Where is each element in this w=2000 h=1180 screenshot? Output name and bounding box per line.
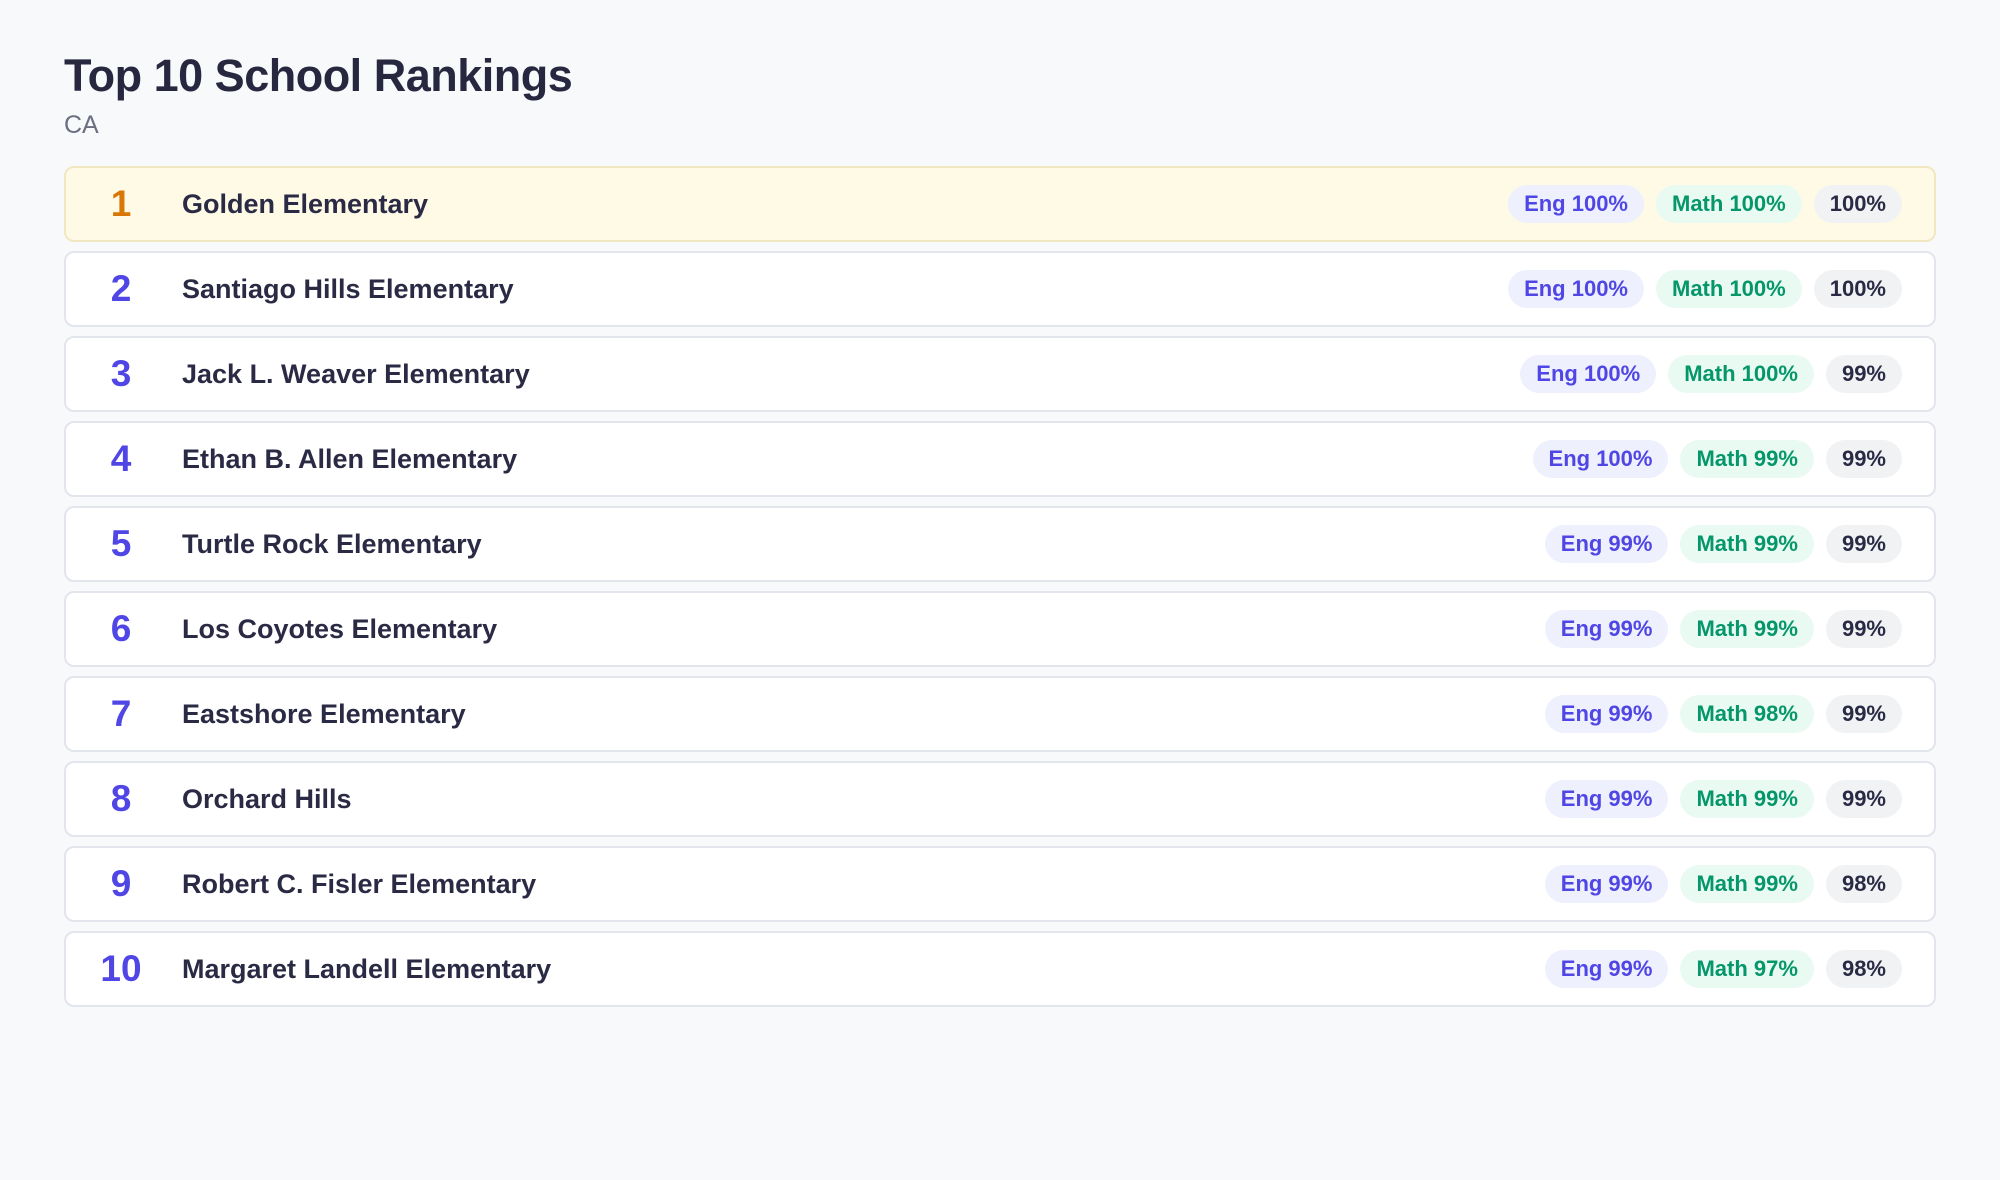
school-name: Turtle Rock Elementary — [182, 528, 482, 559]
english-score-badge: Eng 100% — [1508, 185, 1644, 223]
math-score-badge: Math 100% — [1656, 185, 1802, 223]
score-badges: Eng 100% Math 100% 99% — [1520, 355, 1902, 393]
school-name: Jack L. Weaver Elementary — [182, 358, 530, 389]
english-score-badge: Eng 99% — [1544, 695, 1669, 733]
school-row[interactable]: 6 Los Coyotes Elementary Eng 99% Math 99… — [64, 591, 1936, 667]
school-row[interactable]: 1 Golden Elementary Eng 100% Math 100% 1… — [64, 166, 1936, 242]
overall-score-badge: 99% — [1825, 525, 1902, 563]
school-row[interactable]: 2 Santiago Hills Elementary Eng 100% Mat… — [64, 251, 1936, 327]
overall-score-badge: 100% — [1813, 185, 1902, 223]
overall-score-badge: 99% — [1825, 355, 1902, 393]
english-score-badge: Eng 99% — [1544, 950, 1669, 988]
rank-number: 10 — [100, 948, 142, 989]
english-score-badge: Eng 100% — [1508, 270, 1644, 308]
score-badges: Eng 99% Math 99% 99% — [1544, 525, 1902, 563]
score-badges: Eng 99% Math 99% 99% — [1544, 780, 1902, 818]
school-row[interactable]: 7 Eastshore Elementary Eng 99% Math 98% … — [64, 676, 1936, 752]
overall-score-badge: 98% — [1825, 865, 1902, 903]
school-name: Orchard Hills — [182, 783, 352, 814]
math-score-badge: Math 100% — [1668, 355, 1814, 393]
school-row[interactable]: 4 Ethan B. Allen Elementary Eng 100% Mat… — [64, 421, 1936, 497]
school-row[interactable]: 3 Jack L. Weaver Elementary Eng 100% Mat… — [64, 336, 1936, 412]
english-score-badge: Eng 99% — [1544, 525, 1669, 563]
school-name: Margaret Landell Elementary — [182, 953, 552, 984]
score-badges: Eng 100% Math 100% 100% — [1508, 270, 1902, 308]
rankings-list: 1 Golden Elementary Eng 100% Math 100% 1… — [64, 166, 1936, 1007]
school-row[interactable]: 8 Orchard Hills Eng 99% Math 99% 99% — [64, 761, 1936, 837]
math-score-badge: Math 99% — [1680, 865, 1814, 903]
math-score-badge: Math 99% — [1680, 525, 1814, 563]
overall-score-badge: 100% — [1813, 270, 1902, 308]
math-score-badge: Math 99% — [1680, 610, 1814, 648]
rank-number: 7 — [110, 693, 132, 734]
score-badges: Eng 99% Math 99% 99% — [1544, 610, 1902, 648]
overall-score-badge: 99% — [1825, 610, 1902, 648]
math-score-badge: Math 97% — [1680, 950, 1814, 988]
rank-number: 5 — [110, 523, 132, 564]
school-name: Eastshore Elementary — [182, 698, 466, 729]
page-subtitle: CA — [64, 111, 99, 139]
page-title: Top 10 School Rankings — [64, 50, 573, 101]
overall-score-badge: 99% — [1825, 440, 1902, 478]
rank-number: 3 — [110, 353, 132, 394]
overall-score-badge: 99% — [1825, 780, 1902, 818]
rankings-page: Top 10 School Rankings CA 1 Golden Eleme… — [64, 48, 1936, 1007]
math-score-badge: Math 99% — [1680, 440, 1814, 478]
school-name: Santiago Hills Elementary — [182, 273, 514, 304]
score-badges: Eng 100% Math 100% 100% — [1508, 185, 1902, 223]
score-badges: Eng 100% Math 99% 99% — [1532, 440, 1902, 478]
school-name: Robert C. Fisler Elementary — [182, 868, 537, 899]
overall-score-badge: 99% — [1825, 695, 1902, 733]
rank-number: 2 — [110, 268, 132, 309]
english-score-badge: Eng 100% — [1520, 355, 1657, 393]
school-row[interactable]: 5 Turtle Rock Elementary Eng 99% Math 99… — [64, 506, 1936, 582]
school-name: Golden Elementary — [182, 188, 429, 219]
english-score-badge: Eng 99% — [1544, 780, 1669, 818]
rank-number: 1 — [110, 183, 132, 224]
school-name: Ethan B. Allen Elementary — [182, 443, 518, 474]
rank-number: 4 — [110, 438, 132, 479]
english-score-badge: Eng 99% — [1544, 610, 1669, 648]
english-score-badge: Eng 99% — [1544, 865, 1669, 903]
rank-number: 6 — [110, 608, 132, 649]
score-badges: Eng 99% Math 99% 98% — [1544, 865, 1902, 903]
math-score-badge: Math 98% — [1680, 695, 1814, 733]
school-row[interactable]: 9 Robert C. Fisler Elementary Eng 99% Ma… — [64, 846, 1936, 922]
score-badges: Eng 99% Math 98% 99% — [1544, 695, 1902, 733]
rank-number: 9 — [110, 863, 132, 904]
school-name: Los Coyotes Elementary — [182, 613, 498, 644]
overall-score-badge: 98% — [1825, 950, 1902, 988]
math-score-badge: Math 100% — [1656, 270, 1802, 308]
score-badges: Eng 99% Math 97% 98% — [1544, 950, 1902, 988]
rank-number: 8 — [110, 778, 132, 819]
math-score-badge: Math 99% — [1680, 780, 1814, 818]
english-score-badge: Eng 100% — [1532, 440, 1669, 478]
school-row[interactable]: 10 Margaret Landell Elementary Eng 99% M… — [64, 931, 1936, 1007]
